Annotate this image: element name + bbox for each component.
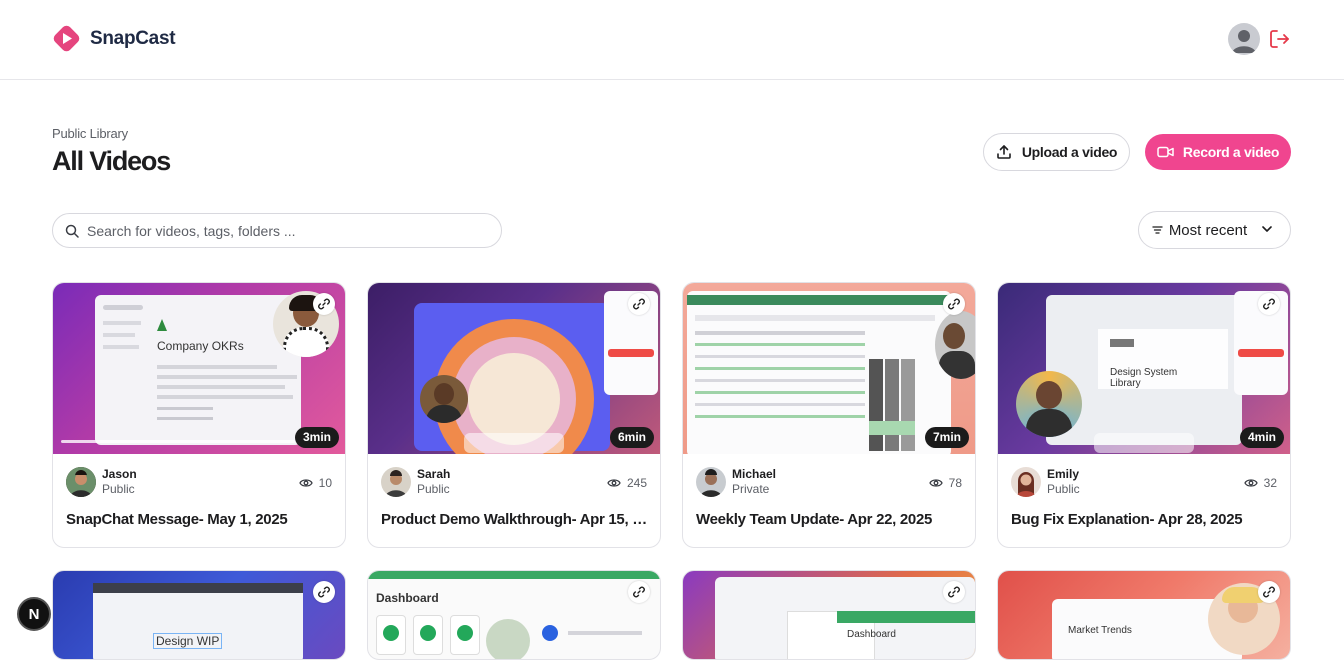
record-video-button[interactable]: Record a video (1145, 134, 1291, 170)
video-title[interactable]: SnapChat Message- May 1, 2025 (66, 511, 334, 528)
page-title: All Videos (52, 146, 171, 176)
video-thumbnail[interactable]: 7min (683, 283, 975, 454)
search-icon (65, 224, 79, 238)
avatar (66, 467, 96, 497)
avatar (1011, 467, 1041, 497)
upload-video-button[interactable]: Upload a video (983, 133, 1130, 171)
presenter-bubble (935, 311, 975, 379)
thumb-caption: Design System Library (1110, 367, 1178, 389)
link-icon (1263, 586, 1275, 598)
link-icon (1263, 298, 1275, 310)
visibility-label: Public (417, 482, 450, 496)
author-info: Sarah Public (381, 467, 450, 497)
sort-label: Most recent (1168, 221, 1248, 239)
view-count-value: 78 (948, 476, 962, 490)
video-card[interactable]: Market Trends (997, 570, 1291, 660)
copy-link-button[interactable] (628, 581, 650, 603)
copy-link-button[interactable] (1258, 581, 1280, 603)
upload-label: Upload a video (1021, 144, 1118, 160)
avatar (696, 467, 726, 497)
copy-link-button[interactable] (628, 293, 650, 315)
video-title[interactable]: Product Demo Walkthrough- Apr 15, 2025 (381, 511, 649, 528)
video-card[interactable]: Dashboard (682, 570, 976, 660)
video-title[interactable]: Weekly Team Update- Apr 22, 2025 (696, 511, 964, 528)
floating-n-badge[interactable]: N (17, 597, 51, 631)
thumb-caption: Dashboard (847, 629, 896, 640)
link-icon (948, 586, 960, 598)
app-name: SnapCast (90, 27, 176, 49)
upload-icon (997, 145, 1011, 159)
logo-icon (53, 25, 80, 52)
author-name: Sarah (417, 467, 451, 481)
library-label: Public Library (52, 126, 128, 141)
search-bar (52, 213, 502, 248)
link-icon (318, 298, 330, 310)
copy-link-button[interactable] (943, 293, 965, 315)
copy-link-button[interactable] (313, 293, 335, 315)
presenter-bubble (420, 375, 468, 423)
presenter-bubble (1016, 371, 1082, 437)
view-count: 32 (1243, 476, 1277, 490)
visibility-label: Public (102, 482, 135, 496)
thumb-caption: Dashboard (376, 591, 439, 605)
video-card[interactable]: 7min Michael Private 78 Weekly Team Upda… (682, 282, 976, 548)
visibility-label: Private (732, 482, 770, 496)
author-name: Michael (732, 467, 777, 481)
author-info: Michael Private (696, 467, 776, 497)
video-title[interactable]: Bug Fix Explanation- Apr 28, 2025 (1011, 511, 1279, 528)
link-icon (633, 586, 645, 598)
view-count: 78 (928, 476, 962, 490)
author-info: Emily Public (1011, 467, 1080, 497)
duration-badge: 6min (609, 427, 654, 448)
view-count: 245 (607, 476, 647, 490)
record-label: Record a video (1182, 144, 1280, 160)
author-name: Jason (102, 467, 137, 481)
video-card[interactable]: Company OKRs 3min Jason Public 10 SnapCh… (52, 282, 346, 548)
user-avatar[interactable] (1228, 23, 1260, 55)
filter-lines-icon (1152, 226, 1163, 234)
eye-icon (298, 479, 313, 487)
video-card[interactable]: Design System Library 4min Emily Public … (997, 282, 1291, 548)
view-count-value: 245 (626, 476, 647, 490)
video-camera-icon (1157, 146, 1174, 158)
video-card[interactable]: Dashboard (367, 570, 661, 660)
thumb-caption: Market Trends (1068, 625, 1132, 636)
video-card[interactable]: Design WIP (52, 570, 346, 660)
duration-badge: 3min (294, 427, 339, 448)
duration-badge: 4min (1239, 427, 1284, 448)
thumb-caption: Design WIP (153, 633, 223, 649)
video-thumbnail[interactable]: 6min (368, 283, 660, 454)
eye-icon (928, 479, 943, 487)
avatar (381, 467, 411, 497)
view-count-value: 32 (1263, 476, 1277, 490)
video-thumbnail[interactable]: Design System Library 4min (998, 283, 1290, 454)
logout-icon[interactable] (1268, 28, 1290, 50)
thumb-caption: Company OKRs (157, 339, 244, 353)
link-icon (948, 298, 960, 310)
author-name: Emily (1047, 467, 1080, 481)
visibility-label: Public (1047, 482, 1080, 496)
eye-icon (607, 479, 621, 487)
copy-link-button[interactable] (1258, 293, 1280, 315)
eye-icon (1243, 479, 1258, 487)
author-info: Jason Public (66, 467, 137, 497)
search-input[interactable] (87, 222, 487, 239)
video-thumbnail[interactable]: Company OKRs 3min (53, 283, 345, 454)
sort-dropdown[interactable]: Most recent (1138, 211, 1291, 249)
view-count: 10 (298, 476, 332, 490)
duration-badge: 7min (924, 427, 969, 448)
copy-link-button[interactable] (313, 581, 335, 603)
link-icon (633, 298, 645, 310)
copy-link-button[interactable] (943, 581, 965, 603)
video-card[interactable]: 6min Sarah Public 245 Product Demo Walkt… (367, 282, 661, 548)
chevron-down-icon (1262, 226, 1272, 232)
view-count-value: 10 (318, 476, 332, 490)
link-icon (318, 586, 330, 598)
logo[interactable]: SnapCast (52, 24, 176, 53)
top-bar: SnapCast (0, 0, 1344, 80)
